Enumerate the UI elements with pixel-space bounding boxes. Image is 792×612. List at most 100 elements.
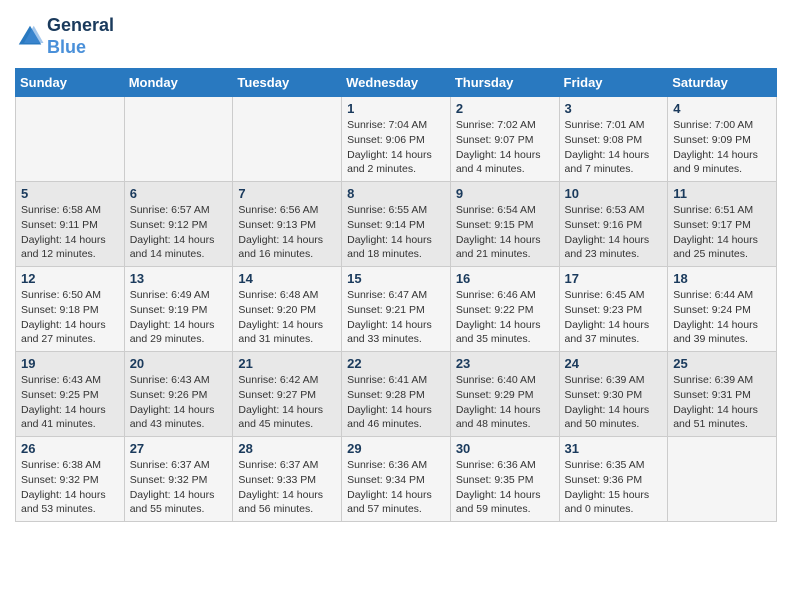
calendar-cell: 20 Sunrise: 6:43 AMSunset: 9:26 PMDayligh…	[124, 352, 233, 437]
col-header-thursday: Thursday	[450, 69, 559, 97]
calendar-table: SundayMondayTuesdayWednesdayThursdayFrid…	[15, 68, 777, 522]
day-number: 25	[673, 356, 771, 371]
cell-info: Sunrise: 6:55 AMSunset: 9:14 PMDaylight:…	[347, 203, 445, 262]
day-number: 16	[456, 271, 554, 286]
cell-info: Sunrise: 6:48 AMSunset: 9:20 PMDaylight:…	[238, 288, 336, 347]
calendar-cell: 13Sunrise: 6:49 AMSunset: 9:19 PMDayligh…	[124, 267, 233, 352]
calendar-cell: 25 Sunrise: 6:39 AMSunset: 9:31 PMDayligh…	[668, 352, 777, 437]
week-row-4: 19 Sunrise: 6:43 AMSunset: 9:25 PMDayligh…	[16, 352, 777, 437]
cell-info: Sunrise: 6:37 AMSunset: 9:32 PMDaylight:…	[130, 458, 228, 517]
day-number: 26	[21, 441, 119, 456]
day-number: 30	[456, 441, 554, 456]
day-number: 8	[347, 186, 445, 201]
calendar-cell	[233, 97, 342, 182]
day-number: 24	[565, 356, 663, 371]
page-header: General Blue	[15, 15, 777, 58]
calendar-cell: 30 Sunrise: 6:36 AMSunset: 9:35 PMDayligh…	[450, 437, 559, 522]
day-number: 3	[565, 101, 663, 116]
day-number: 9	[456, 186, 554, 201]
calendar-cell	[16, 97, 125, 182]
cell-info: Sunrise: 6:54 AMSunset: 9:15 PMDaylight:…	[456, 203, 554, 262]
cell-info: Sunrise: 7:01 AMSunset: 9:08 PMDaylight:…	[565, 118, 663, 177]
cell-info: Sunrise: 6:35 AMSunset: 9:36 PMDaylight:…	[565, 458, 663, 517]
cell-info: Sunrise: 7:00 AMSunset: 9:09 PMDaylight:…	[673, 118, 771, 177]
calendar-cell: 17 Sunrise: 6:45 AMSunset: 9:23 PMDayligh…	[559, 267, 668, 352]
day-number: 12	[21, 271, 119, 286]
day-number: 18	[673, 271, 771, 286]
col-header-tuesday: Tuesday	[233, 69, 342, 97]
calendar-cell: 22Sunrise: 6:41 AMSunset: 9:28 PMDayligh…	[342, 352, 451, 437]
week-row-1: 1Sunrise: 7:04 AMSunset: 9:06 PMDaylight…	[16, 97, 777, 182]
col-header-saturday: Saturday	[668, 69, 777, 97]
day-number: 23	[456, 356, 554, 371]
calendar-cell: 10Sunrise: 6:53 AMSunset: 9:16 PMDayligh…	[559, 182, 668, 267]
day-number: 11	[673, 186, 771, 201]
day-number: 31	[565, 441, 663, 456]
calendar-cell: 16 Sunrise: 6:46 AMSunset: 9:22 PMDayligh…	[450, 267, 559, 352]
calendar-cell: 1Sunrise: 7:04 AMSunset: 9:06 PMDaylight…	[342, 97, 451, 182]
cell-info: Sunrise: 6:56 AMSunset: 9:13 PMDaylight:…	[238, 203, 336, 262]
col-header-sunday: Sunday	[16, 69, 125, 97]
cell-info: Sunrise: 6:36 AMSunset: 9:34 PMDaylight:…	[347, 458, 445, 517]
day-number: 28	[238, 441, 336, 456]
cell-info: Sunrise: 6:41 AMSunset: 9:28 PMDaylight:…	[347, 373, 445, 432]
cell-info: Sunrise: 6:42 AMSunset: 9:27 PMDaylight:…	[238, 373, 336, 432]
calendar-cell: 26 Sunrise: 6:38 AMSunset: 9:32 PMDayligh…	[16, 437, 125, 522]
day-number: 7	[238, 186, 336, 201]
cell-info: Sunrise: 6:57 AMSunset: 9:12 PMDaylight:…	[130, 203, 228, 262]
cell-info: Sunrise: 6:40 AMSunset: 9:29 PMDaylight:…	[456, 373, 554, 432]
cell-info: Sunrise: 6:39 AMSunset: 9:31 PMDaylight:…	[673, 373, 771, 432]
cell-info: Sunrise: 6:36 AMSunset: 9:35 PMDaylight:…	[456, 458, 554, 517]
col-header-wednesday: Wednesday	[342, 69, 451, 97]
week-row-3: 12 Sunrise: 6:50 AMSunset: 9:18 PMDayligh…	[16, 267, 777, 352]
cell-info: Sunrise: 6:47 AMSunset: 9:21 PMDaylight:…	[347, 288, 445, 347]
day-number: 6	[130, 186, 228, 201]
cell-info: Sunrise: 6:46 AMSunset: 9:22 PMDaylight:…	[456, 288, 554, 347]
col-header-monday: Monday	[124, 69, 233, 97]
calendar-cell: 19 Sunrise: 6:43 AMSunset: 9:25 PMDayligh…	[16, 352, 125, 437]
week-row-5: 26 Sunrise: 6:38 AMSunset: 9:32 PMDayligh…	[16, 437, 777, 522]
calendar-cell: 9 Sunrise: 6:54 AMSunset: 9:15 PMDaylight…	[450, 182, 559, 267]
cell-info: Sunrise: 6:44 AMSunset: 9:24 PMDaylight:…	[673, 288, 771, 347]
cell-info: Sunrise: 6:43 AMSunset: 9:25 PMDaylight:…	[21, 373, 119, 432]
calendar-cell: 18 Sunrise: 6:44 AMSunset: 9:24 PMDayligh…	[668, 267, 777, 352]
cell-info: Sunrise: 6:50 AMSunset: 9:18 PMDaylight:…	[21, 288, 119, 347]
logo-text: General Blue	[47, 15, 114, 58]
calendar-cell	[124, 97, 233, 182]
cell-info: Sunrise: 6:51 AMSunset: 9:17 PMDaylight:…	[673, 203, 771, 262]
calendar-cell: 5 Sunrise: 6:58 AMSunset: 9:11 PMDaylight…	[16, 182, 125, 267]
cell-info: Sunrise: 6:43 AMSunset: 9:26 PMDaylight:…	[130, 373, 228, 432]
calendar-cell: 24 Sunrise: 6:39 AMSunset: 9:30 PMDayligh…	[559, 352, 668, 437]
calendar-cell: 23 Sunrise: 6:40 AMSunset: 9:29 PMDayligh…	[450, 352, 559, 437]
day-number: 20	[130, 356, 228, 371]
day-number: 29	[347, 441, 445, 456]
calendar-cell	[668, 437, 777, 522]
col-header-friday: Friday	[559, 69, 668, 97]
cell-info: Sunrise: 6:38 AMSunset: 9:32 PMDaylight:…	[21, 458, 119, 517]
day-number: 14	[238, 271, 336, 286]
calendar-cell: 21 Sunrise: 6:42 AMSunset: 9:27 PMDayligh…	[233, 352, 342, 437]
calendar-cell: 8 Sunrise: 6:55 AMSunset: 9:14 PMDaylight…	[342, 182, 451, 267]
cell-info: Sunrise: 7:04 AMSunset: 9:06 PMDaylight:…	[347, 118, 445, 177]
calendar-cell: 31 Sunrise: 6:35 AMSunset: 9:36 PMDayligh…	[559, 437, 668, 522]
day-number: 2	[456, 101, 554, 116]
calendar-cell: 3 Sunrise: 7:01 AMSunset: 9:08 PMDaylight…	[559, 97, 668, 182]
day-number: 5	[21, 186, 119, 201]
cell-info: Sunrise: 6:53 AMSunset: 9:16 PMDaylight:…	[565, 203, 663, 262]
day-number: 27	[130, 441, 228, 456]
day-number: 17	[565, 271, 663, 286]
cell-info: Sunrise: 6:45 AMSunset: 9:23 PMDaylight:…	[565, 288, 663, 347]
calendar-header-row: SundayMondayTuesdayWednesdayThursdayFrid…	[16, 69, 777, 97]
cell-info: Sunrise: 6:58 AMSunset: 9:11 PMDaylight:…	[21, 203, 119, 262]
day-number: 21	[238, 356, 336, 371]
cell-info: Sunrise: 6:39 AMSunset: 9:30 PMDaylight:…	[565, 373, 663, 432]
calendar-cell: 11 Sunrise: 6:51 AMSunset: 9:17 PMDayligh…	[668, 182, 777, 267]
calendar-cell: 12 Sunrise: 6:50 AMSunset: 9:18 PMDayligh…	[16, 267, 125, 352]
calendar-cell: 27 Sunrise: 6:37 AMSunset: 9:32 PMDayligh…	[124, 437, 233, 522]
cell-info: Sunrise: 7:02 AMSunset: 9:07 PMDaylight:…	[456, 118, 554, 177]
day-number: 4	[673, 101, 771, 116]
cell-info: Sunrise: 6:49 AMSunset: 9:19 PMDaylight:…	[130, 288, 228, 347]
calendar-cell: 15Sunrise: 6:47 AMSunset: 9:21 PMDayligh…	[342, 267, 451, 352]
day-number: 19	[21, 356, 119, 371]
calendar-cell: 7 Sunrise: 6:56 AMSunset: 9:13 PMDaylight…	[233, 182, 342, 267]
